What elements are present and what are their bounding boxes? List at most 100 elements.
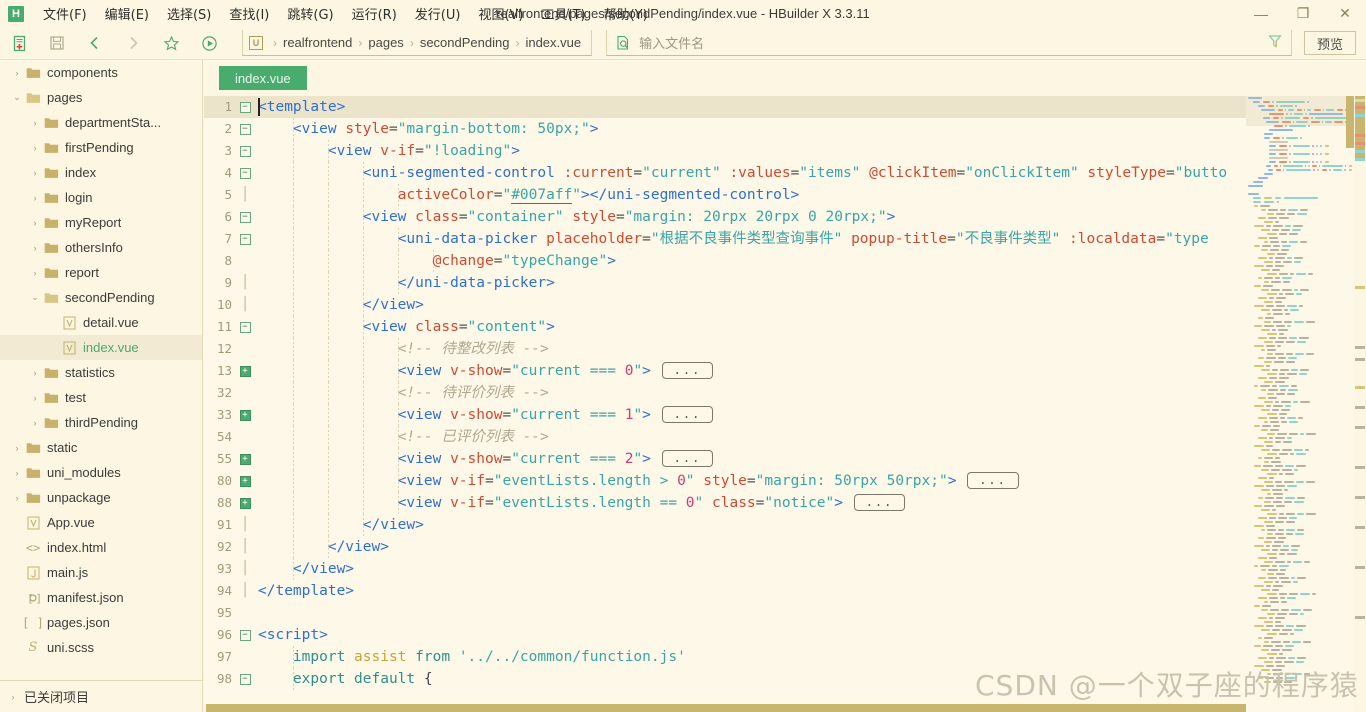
fold-collapse-icon[interactable]: − [236,228,254,250]
code-line[interactable]: 2− <view style="margin-bottom: 50px;"> [204,118,1366,140]
code-text[interactable]: </view> [254,558,1366,580]
fold-collapse-icon[interactable]: − [236,96,254,118]
code-line[interactable]: 6− <view class="container" style="margin… [204,206,1366,228]
code-line[interactable]: 12 <!-- 待整改列表 --> [204,338,1366,360]
code-text[interactable]: @change="typeChange"> [254,250,1366,272]
tree-item-secondpending[interactable]: ⌄ secondPending [0,285,202,310]
tree-item-main-js[interactable]: main.js [0,560,202,585]
chevron-right-icon[interactable]: › [28,393,42,403]
collapsed-block-pill[interactable]: ... [661,450,714,467]
chevron-right-icon[interactable]: › [10,68,24,78]
tree-item-uni-scss[interactable]: Suni.scss [0,635,202,660]
code-text[interactable]: <script> [254,624,1366,646]
maximize-button[interactable]: ❐ [1282,0,1324,27]
tab-index-vue[interactable]: index.vue [219,66,307,90]
breadcrumb-item-3[interactable]: index.vue [525,35,581,50]
chevron-right-icon[interactable]: › [10,493,24,503]
tree-item-departmentsta---[interactable]: › departmentSta... [0,110,202,135]
menu-item-5[interactable]: 运行(R) [343,1,406,26]
fold-expand-icon[interactable]: + [236,470,254,492]
code-line[interactable]: 11− <view class="content"> [204,316,1366,338]
code-minimap[interactable] [1246,96,1354,712]
code-line[interactable]: 94 │ </template> [204,580,1366,602]
menu-item-0[interactable]: 文件(F) [34,1,96,26]
chevron-right-icon[interactable]: › [10,468,24,478]
code-line[interactable]: 3− <view v-if="!loading"> [204,140,1366,162]
code-line[interactable]: 93 │ </view> [204,558,1366,580]
code-text[interactable]: <view class="content"> [254,316,1366,338]
preview-button[interactable]: 预览 [1304,31,1356,55]
minimap-viewport[interactable] [1246,96,1354,126]
code-line[interactable]: 91 │ </view> [204,514,1366,536]
code-text[interactable]: <view v-if="!loading"> [254,140,1366,162]
tree-item-firstpending[interactable]: › firstPending [0,135,202,160]
code-text[interactable]: </template> [254,580,1366,602]
chevron-right-icon[interactable]: › [28,368,42,378]
code-text[interactable]: <view v-show="current === 2"> ... [254,448,1366,470]
chevron-right-icon[interactable]: › [28,168,42,178]
code-text[interactable]: </view> [254,294,1366,316]
code-line[interactable]: 97 import assist from '../../common/func… [204,646,1366,668]
fold-collapse-icon[interactable]: − [236,668,254,690]
code-lines[interactable]: 1− <template> 2− <view style="margin-botto… [204,96,1366,690]
collapsed-block-pill[interactable]: ... [661,362,714,379]
chevron-down-icon[interactable]: ⌄ [10,92,24,103]
tree-item-report[interactable]: › report [0,260,202,285]
fold-collapse-icon[interactable]: − [236,206,254,228]
tree-item-thirdpending[interactable]: › thirdPending [0,410,202,435]
chevron-down-icon[interactable]: ⌄ [28,292,42,303]
vertical-scrollbar[interactable] [1354,96,1366,712]
code-text[interactable]: <view v-if="eventLists.length > 0" style… [254,470,1366,492]
code-text[interactable]: </view> [254,514,1366,536]
code-text[interactable]: <!-- 已评价列表 --> [254,426,1366,448]
code-text[interactable]: <uni-data-picker placeholder="根据不良事件类型查询… [254,228,1366,250]
collapsed-block-pill[interactable]: ... [967,472,1019,489]
chevron-right-icon[interactable]: › [28,268,42,278]
code-text[interactable]: </view> [254,536,1366,558]
code-line[interactable]: 4− <uni-segmented-control :current="curr… [204,162,1366,184]
code-line[interactable]: 96− <script> [204,624,1366,646]
code-line[interactable]: 8 @change="typeChange"> [204,250,1366,272]
tree-item-app-vue[interactable]: App.vue [0,510,202,535]
collapsed-block-pill[interactable]: ... [853,494,906,511]
favorite-star-icon[interactable] [156,30,186,56]
code-line[interactable]: 9 │ </uni-data-picker> [204,272,1366,294]
tree-item-test[interactable]: › test [0,385,202,410]
tree-item-static[interactable]: › static [0,435,202,460]
code-line[interactable]: 54 <!-- 已评价列表 --> [204,426,1366,448]
fold-collapse-icon[interactable]: − [236,118,254,140]
code-text[interactable] [254,602,1366,624]
minimize-button[interactable]: — [1240,0,1282,27]
search-input-placeholder[interactable]: 输入文件名 [639,33,704,52]
code-line[interactable]: 7− <uni-data-picker placeholder="根据不良事件类… [204,228,1366,250]
tree-item-index-vue[interactable]: index.vue [0,335,202,360]
new-file-icon[interactable] [4,30,34,56]
tree-item-components[interactable]: › components [0,60,202,85]
code-line[interactable]: 32 <!-- 待评价列表 --> [204,382,1366,404]
code-line[interactable]: 10 │ </view> [204,294,1366,316]
forward-icon[interactable] [118,30,148,56]
filter-icon[interactable] [1267,33,1283,52]
run-icon[interactable] [194,30,224,56]
fold-collapse-icon[interactable]: − [236,140,254,162]
code-line[interactable]: 80 + <view v-if="eventLists.length > 0" s… [204,470,1366,492]
menu-item-2[interactable]: 选择(S) [158,1,220,26]
menu-item-9[interactable]: 帮助(Y) [595,1,657,26]
chevron-right-icon[interactable]: › [28,143,42,153]
fold-collapse-icon[interactable]: − [236,162,254,184]
back-icon[interactable] [80,30,110,56]
breadcrumb-item-1[interactable]: pages [368,35,403,50]
chevron-right-icon[interactable]: › [28,118,42,128]
code-text[interactable]: <uni-segmented-control :current="current… [254,162,1366,184]
tree-item-index[interactable]: › index [0,160,202,185]
chevron-right-icon[interactable]: › [28,243,42,253]
tree-item-pages-json[interactable]: [ ] pages.json [0,610,202,635]
tree-item-manifest-json[interactable]: [] manifest.json [0,585,202,610]
code-text[interactable]: import assist from '../../common/functio… [254,646,1366,668]
code-line[interactable]: 55 + <view v-show="current === 2"> ... [204,448,1366,470]
code-text[interactable]: <view v-show="current === 1"> ... [254,404,1366,426]
collapsed-block-pill[interactable]: ... [661,406,714,423]
chevron-right-icon[interactable]: › [28,218,42,228]
code-line[interactable]: 5 │ activeColor="#007aff"></uni-segmented… [204,184,1366,206]
tree-item-statistics[interactable]: › statistics [0,360,202,385]
